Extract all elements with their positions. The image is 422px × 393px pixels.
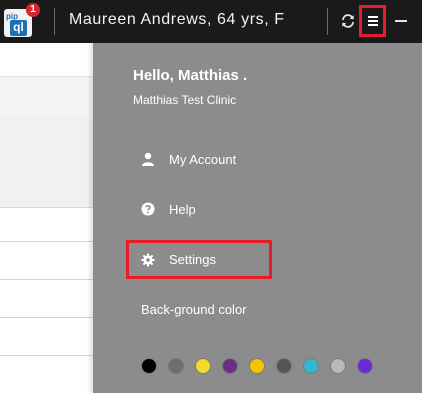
clinic-name: Matthias Test Clinic — [133, 93, 237, 107]
color-swatch[interactable] — [330, 358, 346, 374]
background-color-label: Back-ground color — [141, 302, 247, 317]
refresh-icon[interactable] — [340, 13, 356, 29]
user-greeting: Hello, Matthias . — [133, 67, 248, 84]
header-divider — [54, 8, 55, 35]
menu-item-my-account[interactable]: My Account — [141, 148, 236, 170]
menu-icon — [368, 16, 378, 26]
menu-item-settings[interactable]: Settings — [126, 240, 272, 279]
bg-row — [0, 242, 100, 280]
menu-item-label: Help — [169, 201, 196, 217]
logo-main-text: ql — [10, 20, 27, 36]
bg-row — [0, 356, 100, 393]
bg-toolbar-band — [0, 77, 100, 117]
top-bar: pip ql 1 Maureen Andrews, 64 yrs, F — [0, 0, 422, 43]
color-swatch[interactable] — [276, 358, 292, 374]
gear-icon — [141, 253, 155, 266]
menu-item-label: Settings — [169, 252, 216, 267]
background-page — [0, 43, 100, 393]
menu-item-help[interactable]: Help — [141, 198, 196, 220]
menu-caret — [369, 31, 377, 35]
bg-row — [0, 208, 100, 242]
color-swatch[interactable] — [195, 358, 211, 374]
color-swatch[interactable] — [357, 358, 373, 374]
bg-row — [0, 318, 100, 356]
color-swatch[interactable] — [168, 358, 184, 374]
minimize-icon[interactable] — [395, 20, 407, 22]
color-swatches — [141, 358, 384, 374]
menu-button[interactable] — [359, 5, 386, 37]
menu-item-label: My Account — [169, 151, 237, 167]
app-logo[interactable]: pip ql 1 — [4, 3, 40, 37]
header-divider — [327, 8, 328, 35]
color-swatch[interactable] — [222, 358, 238, 374]
color-swatch[interactable] — [249, 358, 265, 374]
user-menu-panel: Hello, Matthias . Matthias Test Clinic M… — [93, 43, 422, 393]
user-icon — [142, 152, 154, 166]
patient-name: Maureen Andrews, 64 yrs, F — [69, 11, 285, 28]
bg-row — [0, 280, 100, 318]
bg-header-band — [0, 43, 100, 77]
color-swatch[interactable] — [141, 358, 157, 374]
color-swatch[interactable] — [303, 358, 319, 374]
notification-badge[interactable]: 1 — [26, 3, 40, 17]
help-icon — [141, 202, 155, 216]
bg-section — [0, 117, 100, 208]
